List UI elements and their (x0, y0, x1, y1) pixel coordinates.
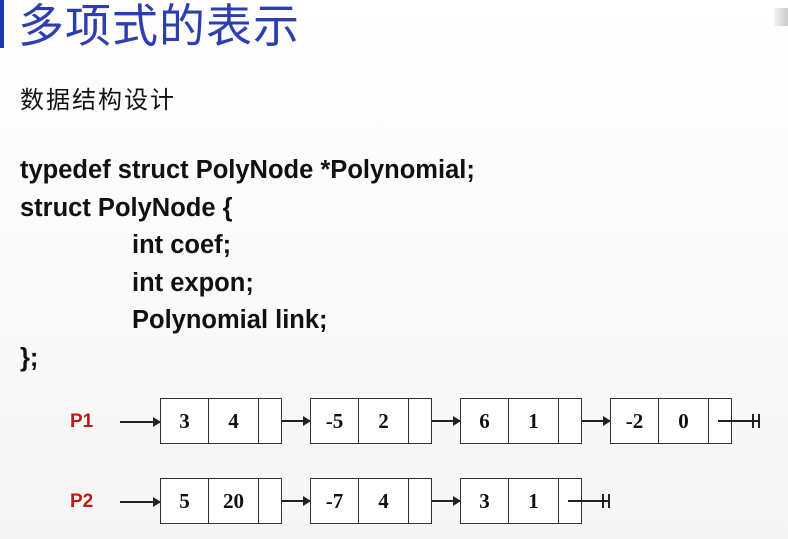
node-link (559, 399, 581, 443)
node-expon: 20 (209, 479, 259, 523)
list-node: -2 0 (610, 398, 732, 444)
node-expon: 1 (509, 399, 559, 443)
node-expon: 2 (359, 399, 409, 443)
slide-subtitle: 数据结构设计 (20, 86, 176, 114)
node-coef: 3 (461, 479, 509, 523)
link-arrow (282, 496, 311, 506)
null-terminator-bar (752, 414, 754, 428)
node-expon: 4 (209, 399, 259, 443)
link-arrow (582, 416, 611, 426)
node-coef: 3 (161, 399, 209, 443)
link-arrow (432, 496, 461, 506)
list-node: 3 1 (460, 478, 582, 524)
list-node: 3 4 (160, 398, 282, 444)
list-node: 6 1 (460, 398, 582, 444)
list-node: 5 20 (160, 478, 282, 524)
polynomial-list-p1: P1 3 4 -5 2 6 1 -2 0 (0, 398, 788, 446)
node-link (259, 399, 281, 443)
node-expon: 4 (359, 479, 409, 523)
node-link (409, 399, 431, 443)
list-node: -5 2 (310, 398, 432, 444)
list-label-p2: P2 (70, 491, 94, 512)
null-terminator-bar (608, 494, 610, 508)
link-arrow (432, 416, 461, 426)
node-coef: 6 (461, 399, 509, 443)
slide-title: 多项式的表示 (18, 0, 300, 53)
node-link (409, 479, 431, 523)
null-terminator-bar (602, 494, 604, 508)
list-label-p1: P1 (70, 411, 94, 432)
corner-mark (774, 8, 788, 26)
code-line-link: Polynomial link; (132, 306, 328, 334)
polynomial-list-p2: P2 5 20 -7 4 3 1 (0, 478, 788, 526)
code-line-struct-open: struct PolyNode { (20, 193, 233, 222)
node-link (259, 479, 281, 523)
node-expon: 0 (659, 399, 709, 443)
node-coef: 5 (161, 479, 209, 523)
node-coef: -5 (311, 399, 359, 443)
code-line-typedef: typedef struct PolyNode *Polynomial; (20, 156, 475, 184)
head-arrow (120, 497, 161, 507)
link-arrow (282, 416, 311, 426)
code-line-struct-close: }; (20, 343, 39, 372)
null-terminator-bar (758, 414, 760, 428)
code-line-expon: int expon; (132, 268, 254, 297)
node-coef: -7 (311, 479, 359, 523)
node-coef: -2 (611, 399, 659, 443)
list-node: -7 4 (310, 478, 432, 524)
code-block: typedef struct PolyNode *Polynomial; str… (20, 152, 475, 377)
node-expon: 1 (509, 479, 559, 523)
head-arrow (120, 417, 161, 427)
slide-accent-bar (0, 0, 4, 48)
code-line-coef: int coef; (132, 231, 232, 259)
